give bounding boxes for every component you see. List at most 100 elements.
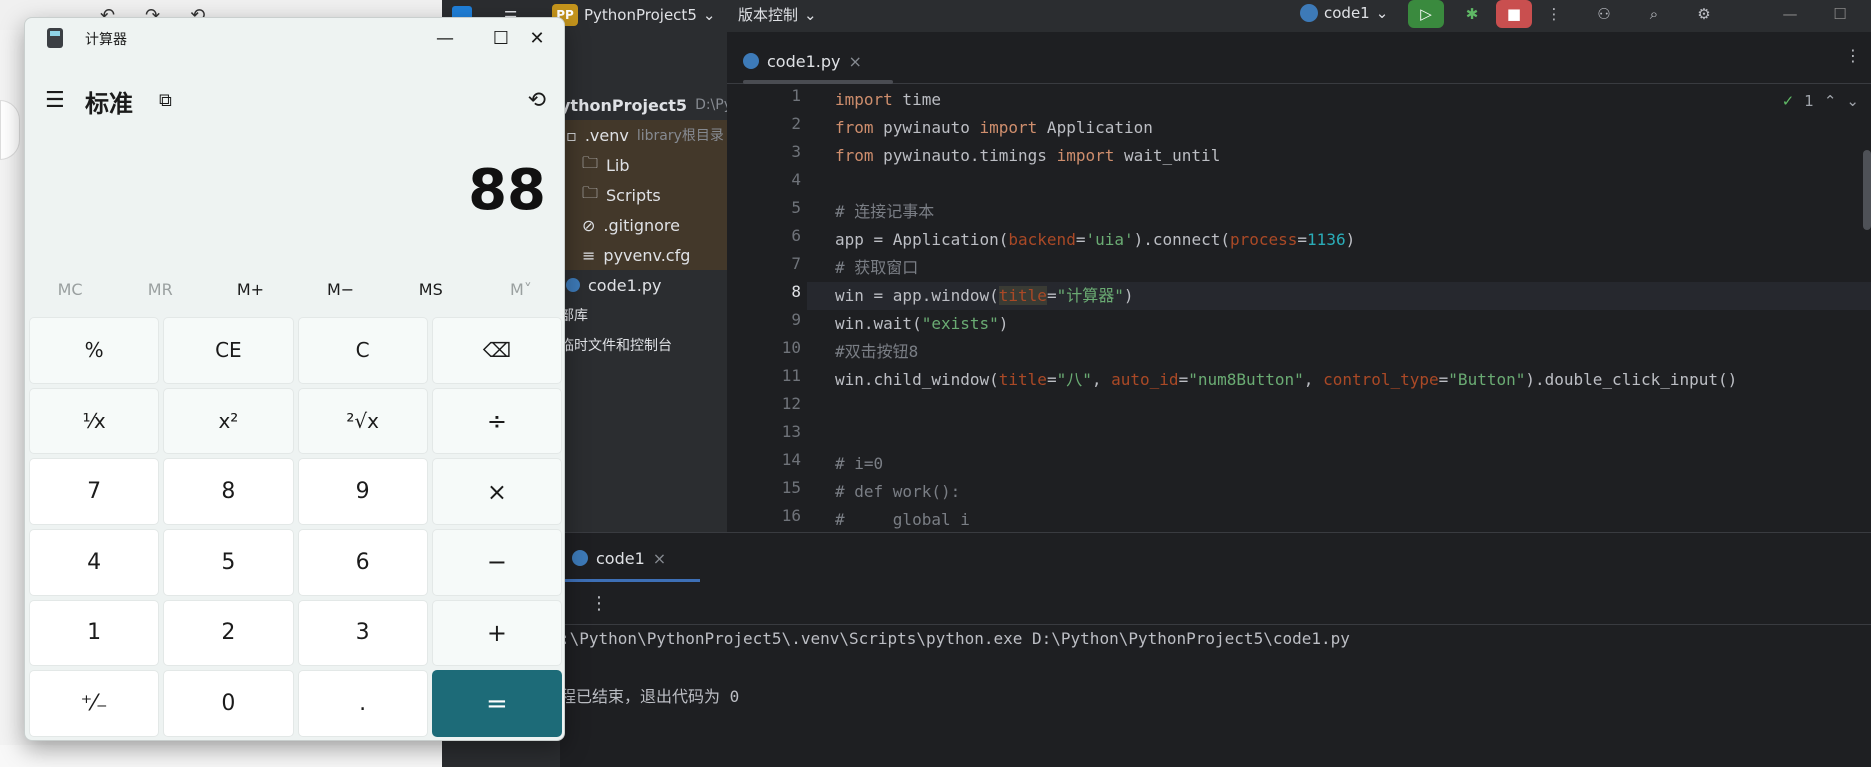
tree-item-pyvenv[interactable]: ≡ pyvenv.cfg bbox=[582, 240, 690, 270]
tree-item-lib[interactable]: 🗀 Lib bbox=[582, 150, 630, 180]
memory-recall-button[interactable]: MR bbox=[115, 272, 205, 308]
more-icon[interactable]: ⋮ bbox=[1536, 0, 1572, 28]
chevron-down-icon[interactable]: ⌄ bbox=[1846, 92, 1859, 110]
maximize-icon[interactable]: ☐ bbox=[1822, 0, 1858, 28]
minus-button[interactable]: − bbox=[431, 528, 562, 596]
line-number: 12 bbox=[781, 394, 801, 413]
inspection-widget[interactable]: ✓ 1 ⌃ ⌄ bbox=[1782, 92, 1859, 110]
tree-root[interactable]: ythonProject5 D:\Pyt bbox=[560, 90, 738, 120]
code-token: auto_id bbox=[1111, 370, 1179, 389]
code-token: title bbox=[998, 370, 1047, 389]
code-line: # global i bbox=[835, 506, 970, 532]
keep-on-top-icon[interactable]: ⧉ bbox=[159, 90, 172, 111]
tab-run-code1[interactable]: code1 × bbox=[572, 541, 666, 575]
tree-item-label: 临时文件和控制台 bbox=[560, 338, 672, 354]
code-token: ) bbox=[1123, 286, 1134, 305]
backspace-button[interactable]: ⌫ bbox=[431, 317, 562, 384]
reciprocal-button[interactable]: ⅟x bbox=[29, 387, 160, 455]
four-button[interactable]: 4 bbox=[29, 528, 160, 596]
search-icon[interactable]: ⌕ bbox=[1636, 0, 1672, 28]
nine-button[interactable]: 9 bbox=[297, 458, 428, 525]
run-tab-underline bbox=[560, 579, 700, 582]
tree-item-label: Lib bbox=[606, 155, 630, 175]
memory-clear-button[interactable]: MC bbox=[25, 272, 115, 308]
percent-button[interactable]: % bbox=[29, 317, 160, 384]
tab-options-icon[interactable]: ⋮ bbox=[1845, 46, 1861, 65]
memory-row: MC MR M+ M− MS M˅ bbox=[25, 272, 564, 308]
six-button[interactable]: 6 bbox=[297, 528, 428, 596]
three-button[interactable]: 3 bbox=[297, 599, 428, 667]
code-token: "exists" bbox=[921, 314, 999, 333]
tree-item-label: .gitignore bbox=[603, 215, 680, 235]
settings-icon[interactable]: ⚙ bbox=[1686, 0, 1722, 28]
code-line: # 连接记事本 bbox=[835, 198, 934, 226]
five-button[interactable]: 5 bbox=[163, 528, 294, 596]
navigation-menu-icon[interactable]: ☰ bbox=[45, 88, 65, 113]
close-button[interactable]: ✕ bbox=[509, 18, 564, 58]
square-root-button[interactable]: ²√x bbox=[297, 387, 428, 455]
code-token: import bbox=[979, 118, 1038, 137]
clear-entry-button[interactable]: CE bbox=[163, 317, 294, 384]
code-token: # i=0 bbox=[835, 454, 884, 473]
square-button[interactable]: x² bbox=[163, 387, 294, 455]
one-button[interactable]: 1 bbox=[29, 599, 160, 667]
code-token: win.child_window( bbox=[835, 370, 999, 389]
memory-subtract-button[interactable]: M− bbox=[296, 272, 386, 308]
memory-store-button[interactable]: MS bbox=[386, 272, 476, 308]
line-number: 3 bbox=[791, 142, 801, 161]
line-number: 11 bbox=[781, 366, 801, 385]
line-number: 15 bbox=[781, 478, 801, 497]
python-icon bbox=[1300, 4, 1318, 22]
run-button[interactable]: ▷ bbox=[1408, 0, 1444, 28]
calculator-app-icon bbox=[47, 28, 63, 48]
negate-button[interactable]: ⁺⁄₋ bbox=[29, 670, 160, 737]
add-user-icon[interactable]: ⚇ bbox=[1586, 0, 1622, 28]
history-icon[interactable]: ⟲ bbox=[528, 88, 546, 113]
tree-item-scripts[interactable]: 🗀 Scripts bbox=[582, 180, 661, 210]
memory-list-button[interactable]: M˅ bbox=[476, 272, 564, 308]
tree-item-gitignore[interactable]: ⊘ .gitignore bbox=[582, 210, 680, 240]
minimize-button[interactable]: — bbox=[417, 18, 473, 58]
code-line: import time bbox=[835, 86, 941, 114]
chevron-up-icon[interactable]: ⌃ bbox=[1824, 92, 1837, 110]
seven-button[interactable]: 7 bbox=[29, 458, 160, 525]
code-text-area[interactable]: import time from pywinauto import Applica… bbox=[807, 84, 1871, 532]
tree-item-label: code1.py bbox=[588, 275, 662, 295]
plus-button[interactable]: + bbox=[431, 599, 562, 667]
tree-item-code1[interactable]: code1.py bbox=[566, 270, 661, 300]
code-token: pywinauto bbox=[873, 118, 980, 137]
tab-code1[interactable]: code1.py × bbox=[743, 44, 862, 78]
line-number: 6 bbox=[791, 226, 801, 245]
tree-item-scratches[interactable]: 临时文件和控制台 bbox=[560, 330, 672, 360]
equals-button[interactable]: = bbox=[431, 670, 562, 737]
run-tool-window: code1 × ⋮ :\Python\PythonProject5\.venv\… bbox=[442, 532, 1871, 767]
code-line: win.wait("exists") bbox=[835, 310, 1008, 338]
zero-button[interactable]: 0 bbox=[163, 670, 294, 737]
debug-button[interactable]: ✱ bbox=[1454, 0, 1490, 28]
line-number: 16 bbox=[781, 506, 801, 525]
code-token: #双击按钮8 bbox=[835, 342, 919, 361]
stop-button[interactable]: ■ bbox=[1496, 0, 1532, 28]
memory-add-button[interactable]: M+ bbox=[205, 272, 295, 308]
console-command-line: :\Python\PythonProject5\.venv\Scripts\py… bbox=[560, 629, 1350, 648]
decimal-button[interactable]: . bbox=[297, 670, 428, 737]
chevron-down-icon: ⌄ bbox=[1375, 4, 1389, 22]
code-token: win.wait( bbox=[835, 314, 922, 333]
editor-scrollbar[interactable] bbox=[1863, 150, 1871, 230]
divide-button[interactable]: ÷ bbox=[431, 387, 562, 455]
close-icon[interactable]: × bbox=[848, 52, 861, 71]
python-file-icon bbox=[743, 53, 759, 69]
run-config-selector[interactable]: code1 ⌄ bbox=[1300, 4, 1388, 22]
eight-button[interactable]: 8 bbox=[163, 458, 294, 525]
vcs-menu[interactable]: 版本控制 ⌄ bbox=[738, 4, 817, 25]
project-switcher[interactable]: PP PythonProject5 ⌄ bbox=[552, 4, 715, 26]
minimize-icon[interactable]: — bbox=[1772, 0, 1808, 28]
multiply-button[interactable]: × bbox=[431, 458, 562, 525]
more-icon[interactable]: ⋮ bbox=[590, 593, 608, 614]
code-token: = bbox=[1046, 286, 1057, 305]
clear-button[interactable]: C bbox=[297, 317, 428, 384]
two-button[interactable]: 2 bbox=[163, 599, 294, 667]
tree-item-venv[interactable]: ▫ .venv library根目录 bbox=[566, 120, 724, 150]
close-icon[interactable]: × bbox=[653, 549, 666, 568]
tree-venv-label: .venv bbox=[584, 125, 629, 145]
